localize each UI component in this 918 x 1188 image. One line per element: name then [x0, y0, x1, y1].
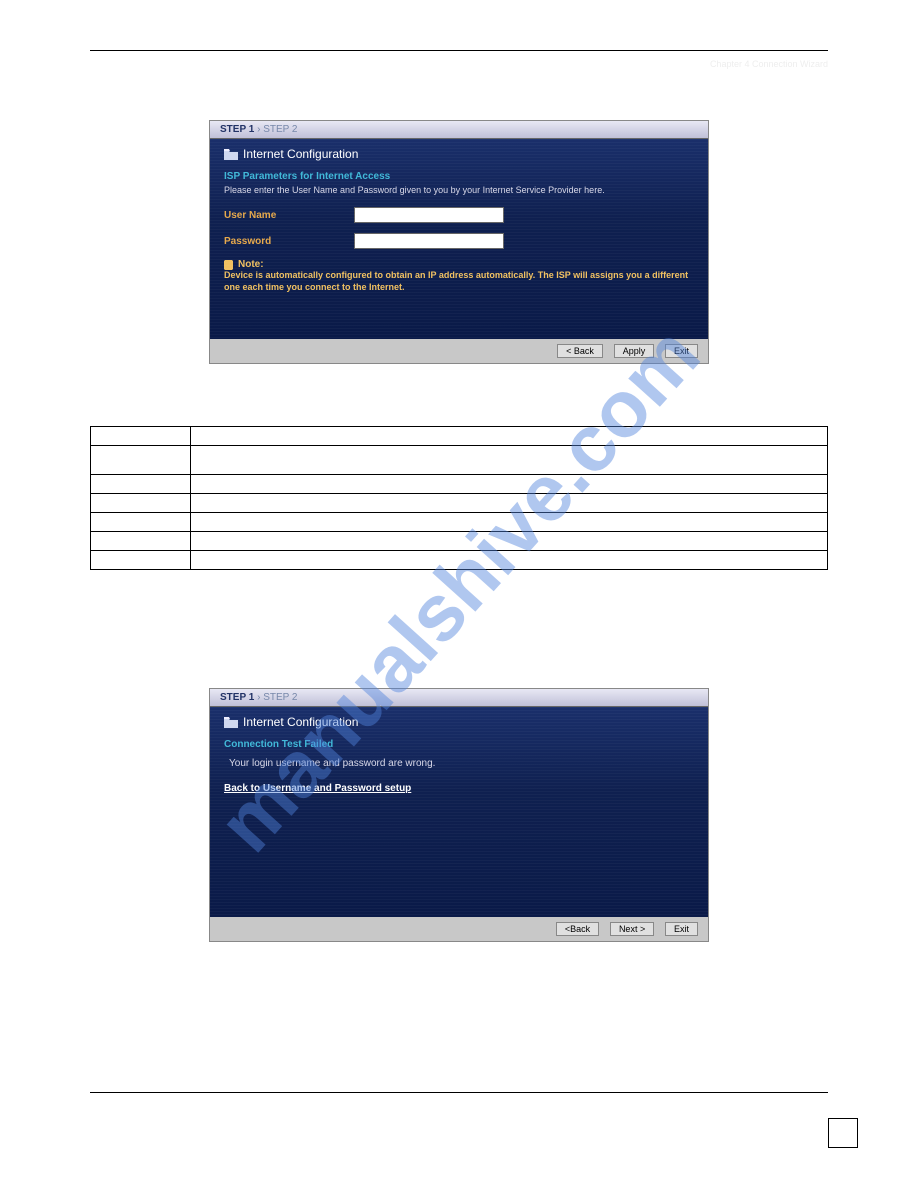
note-text: Device is automatically configured to ob… [224, 270, 694, 293]
figure-1-caption: Figure 19 Connection Wizard: ISP Paramet… [90, 99, 828, 110]
step-inactive: STEP 2 [263, 692, 297, 703]
figure-2-caption: Figure 20 Connection Wizard: Connection … [90, 667, 828, 678]
next-button[interactable]: Next > [610, 922, 654, 936]
fail-message: Your login username and password are wro… [229, 758, 694, 769]
test-failed-title: Connection Test Failed [224, 739, 694, 750]
section-heading: 4.3.1 Connection Test Failed [90, 595, 828, 609]
back-button[interactable]: < Back [557, 344, 603, 358]
note-label: Note: [224, 259, 694, 270]
note-icon [224, 260, 234, 270]
exit-button-2[interactable]: Exit [665, 922, 698, 936]
description-table: LABEL DESCRIPTION ISP Parameter for Inte… [90, 426, 828, 570]
step-active: STEP 1 [220, 692, 254, 703]
chapter-header: Chapter 4 Connection Wizard [90, 59, 828, 69]
back-to-setup-link[interactable]: Back to Username and Password setup [224, 783, 411, 794]
table-row: Apply Click Apply to save your changes b… [91, 532, 828, 551]
exit-button[interactable]: Exit [665, 344, 698, 358]
panel-title-2: Internet Configuration [224, 715, 694, 729]
table-caption: Table 9 Connection Wizard: ISP Parameter… [90, 410, 828, 421]
section-para: This screen appears when your login user… [90, 624, 828, 652]
table-header-label: LABEL [91, 427, 191, 446]
table-row: Back Click Back to return to the previou… [91, 513, 828, 532]
panel-footer-2: <Back Next > Exit [210, 917, 708, 941]
panel-footer-1: < Back Apply Exit [210, 339, 708, 363]
wizard-steps-2: STEP 1 › STEP 2 [210, 689, 708, 707]
table-header-desc: DESCRIPTION [191, 427, 828, 446]
footer-guide: P-2602HWNLI User's Guide [90, 1098, 202, 1108]
username-input[interactable] [354, 207, 504, 223]
wizard-steps: STEP 1 › STEP 2 [210, 121, 708, 139]
apply-button[interactable]: Apply [614, 344, 655, 358]
panel-title: Internet Configuration [224, 147, 694, 161]
folder-icon [224, 717, 238, 728]
table-intro: The following table describes the labels… [90, 384, 828, 395]
isp-params-desc: Please enter the User Name and Password … [224, 185, 694, 195]
table-row: User Name Type the user name given to yo… [91, 475, 828, 494]
page-number: 61 [828, 1118, 858, 1148]
step-inactive: STEP 2 [263, 124, 297, 135]
password-label: Password [224, 236, 344, 247]
wizard-panel-1: STEP 1 › STEP 2 Internet Configuration I… [209, 120, 709, 364]
back-button-2[interactable]: <Back [556, 922, 599, 936]
step-sep: › [257, 692, 260, 703]
wizard-panel-2: STEP 1 › STEP 2 Internet Configuration C… [209, 688, 709, 942]
password-input[interactable] [354, 233, 504, 249]
footer: P-2602HWNLI User's Guide [90, 1092, 828, 1108]
table-row: ISP Parameter for Internet Access [91, 446, 828, 475]
step-sep: › [257, 124, 260, 135]
step-active: STEP 1 [220, 124, 254, 135]
username-label: User Name [224, 210, 344, 221]
isp-params-title: ISP Parameters for Internet Access [224, 171, 694, 182]
table-row: Password Type the password associated wi… [91, 494, 828, 513]
folder-icon [224, 149, 238, 160]
table-row: Exit Click Exit to close the wizard scre… [91, 551, 828, 570]
